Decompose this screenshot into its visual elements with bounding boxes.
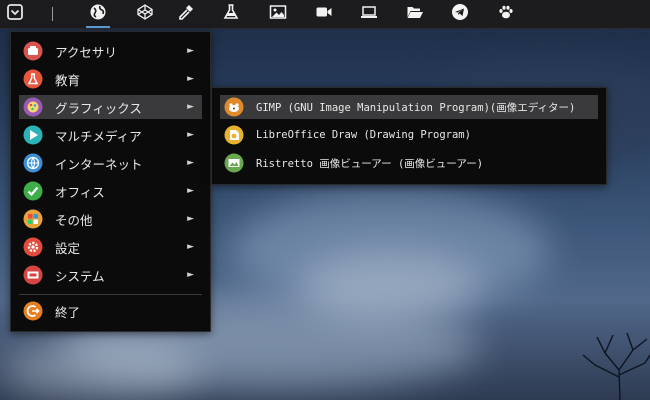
color-picker-launcher[interactable]: [171, 0, 201, 28]
flask-icon: [222, 3, 240, 25]
telegram-launcher[interactable]: [445, 0, 475, 28]
submenu-item-gimp[interactable]: GIMP (GNU Image Manipulation Program)(画像…: [220, 95, 598, 119]
graphics-icon: [23, 97, 43, 117]
submenu-arrow-icon: ►: [187, 74, 194, 84]
applications-menu: アクセサリ ► 教育 ► グラフィックス ► マルチメディア ► インターネット…: [10, 31, 211, 332]
menu-item-settings[interactable]: 設定 ►: [19, 235, 202, 259]
internet-icon: [23, 153, 43, 173]
telegram-icon: [451, 3, 469, 25]
menu-item-internet[interactable]: インターネット ►: [19, 151, 202, 175]
menu-item-other[interactable]: その他 ►: [19, 207, 202, 231]
laptop-icon: [360, 3, 378, 25]
eyedropper-icon: [177, 3, 195, 25]
menu-item-label: インターネット: [55, 156, 143, 172]
submenu-item-libreoffice-draw[interactable]: LibreOffice Draw (Drawing Program): [220, 123, 598, 147]
submenu-arrow-icon: ►: [187, 130, 194, 140]
submenu-arrow-icon: ►: [187, 270, 194, 280]
graphics-submenu: GIMP (GNU Image Manipulation Program)(画像…: [211, 87, 607, 185]
gimp-icon: [224, 97, 244, 117]
video-launcher[interactable]: [309, 0, 339, 28]
panel-separator: [52, 7, 53, 21]
system-icon: [23, 265, 43, 285]
menu-square-icon: [6, 3, 24, 25]
menu-item-label: システム: [55, 268, 105, 284]
paw-icon: [497, 3, 515, 25]
file-manager-launcher[interactable]: [400, 0, 430, 28]
menu-item-label: 終了: [55, 304, 81, 320]
menu-item-label: その他: [55, 212, 93, 228]
menu-item-label: 教育: [55, 72, 81, 88]
menu-item-label: アクセサリ: [55, 44, 117, 60]
submenu-item-label: Ristretto 画像ビューアー (画像ビューアー): [256, 157, 484, 170]
accessories-icon: [23, 41, 43, 61]
submenu-arrow-icon: ►: [187, 46, 194, 56]
exit-icon: [23, 301, 43, 321]
menu-item-label: グラフィックス: [55, 100, 142, 116]
submenu-arrow-icon: ►: [187, 102, 194, 112]
menu-item-label: オフィス: [55, 184, 105, 200]
submenu-arrow-icon: ►: [187, 186, 194, 196]
education-icon: [23, 69, 43, 89]
ristretto-icon: [224, 153, 244, 173]
menu-item-office[interactable]: オフィス ►: [19, 179, 202, 203]
submenu-arrow-icon: ►: [187, 158, 194, 168]
folder-open-icon: [406, 3, 424, 25]
image-icon: [269, 3, 287, 25]
settings-icon: [23, 237, 43, 257]
submenu-item-ristretto[interactable]: Ristretto 画像ビューアー (画像ビューアー): [220, 151, 598, 175]
menu-item-graphics[interactable]: グラフィックス ►: [19, 95, 202, 119]
menu-item-exit[interactable]: 終了: [19, 299, 202, 323]
pet-launcher[interactable]: [491, 0, 521, 28]
code-editor-launcher[interactable]: [130, 0, 160, 28]
image-viewer-launcher[interactable]: [263, 0, 293, 28]
other-icon: [23, 209, 43, 229]
multimedia-icon: [23, 125, 43, 145]
top-panel: [0, 0, 650, 29]
applications-menu-button[interactable]: [0, 0, 30, 28]
menu-item-label: マルチメディア: [55, 128, 142, 144]
libreoffice-draw-icon: [224, 125, 244, 145]
tree-silhouette: [582, 332, 650, 400]
web-browser-launcher[interactable]: [83, 0, 113, 28]
submenu-item-label: GIMP (GNU Image Manipulation Program)(画像…: [256, 101, 576, 114]
office-icon: [23, 181, 43, 201]
menu-divider: [19, 294, 202, 295]
submenu-arrow-icon: ►: [187, 242, 194, 252]
menu-item-label: 設定: [55, 240, 81, 256]
menu-item-education[interactable]: 教育 ►: [19, 67, 202, 91]
codepen-icon: [136, 3, 154, 25]
submenu-arrow-icon: ►: [187, 214, 194, 224]
submenu-item-label: LibreOffice Draw (Drawing Program): [256, 129, 471, 141]
menu-item-accessories[interactable]: アクセサリ ►: [19, 39, 202, 63]
menu-item-system[interactable]: システム ►: [19, 263, 202, 287]
science-launcher[interactable]: [216, 0, 246, 28]
menu-item-multimedia[interactable]: マルチメディア ►: [19, 123, 202, 147]
video-camera-icon: [315, 3, 333, 25]
globe-icon: [89, 3, 107, 25]
terminal-launcher[interactable]: [354, 0, 384, 28]
